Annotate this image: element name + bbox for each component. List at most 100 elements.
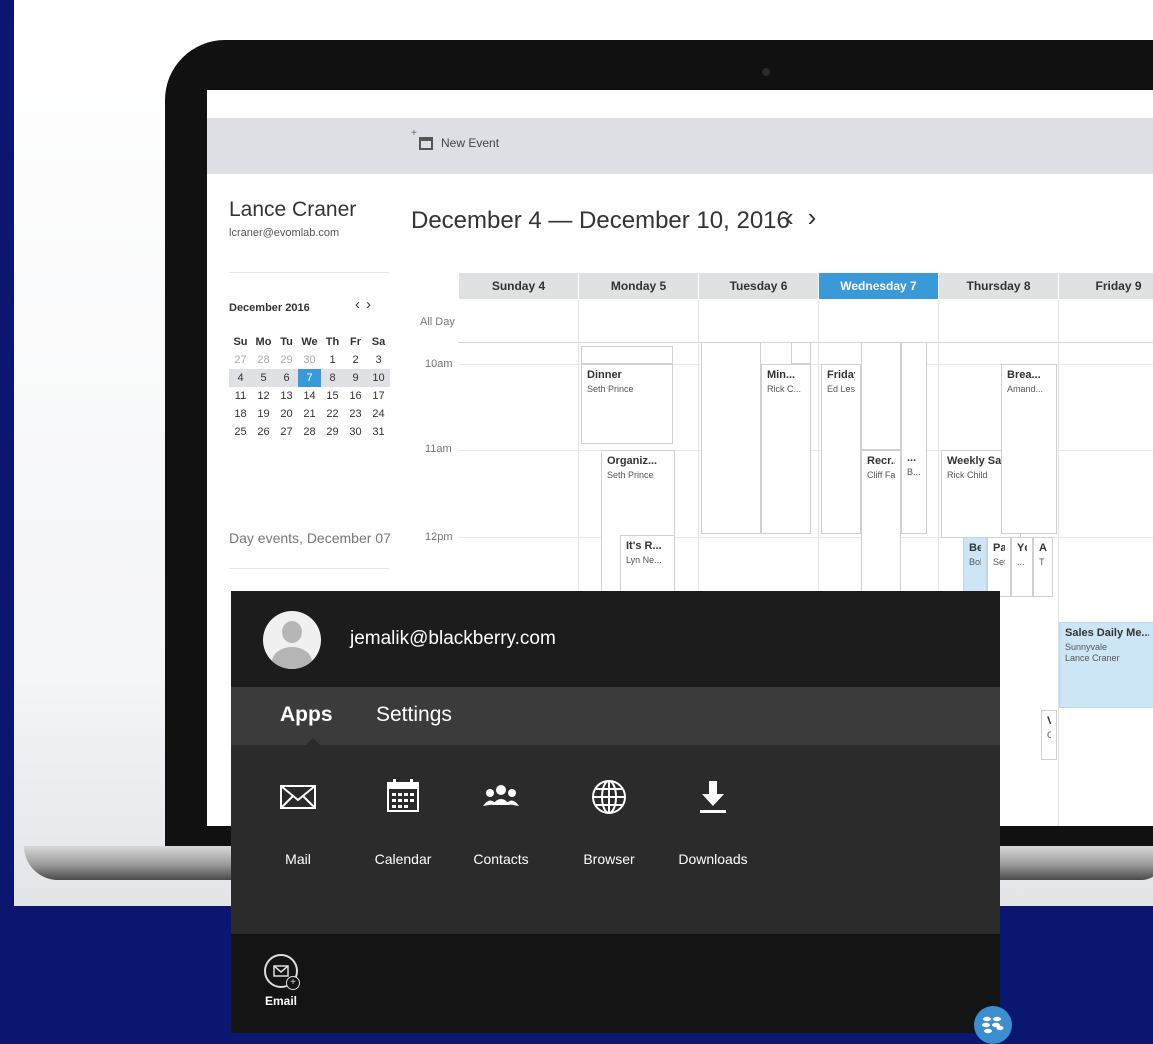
weekday-header: Su xyxy=(233,336,248,348)
event-card[interactable]: ... B... xyxy=(901,342,927,534)
mini-calendar-day[interactable]: 28 xyxy=(298,423,321,441)
event-card[interactable]: Brea... Amand... xyxy=(1001,364,1057,534)
time-label: 11am xyxy=(425,443,452,455)
event-block[interactable] xyxy=(581,346,673,364)
event-card[interactable]: Dinner Seth Prince xyxy=(581,364,673,444)
event-card[interactable]: A T xyxy=(1033,537,1053,597)
mini-calendar-day[interactable]: 9 xyxy=(344,369,367,387)
blackberry-launcher-panel: jemalik@blackberry.com Apps Settings Mai… xyxy=(231,591,1000,1033)
event-block[interactable] xyxy=(701,342,761,534)
app-label: Mail xyxy=(285,851,311,867)
mini-calendar-day[interactable]: 14 xyxy=(298,387,321,405)
mini-next-icon[interactable]: › xyxy=(366,296,371,313)
dock-email-label: Email xyxy=(264,994,297,1008)
day-header[interactable]: Monday 5 xyxy=(578,273,698,299)
week-prev-icon[interactable]: ‹ xyxy=(785,202,794,233)
mini-calendar-day[interactable]: 27 xyxy=(275,423,298,441)
mini-calendar-day[interactable]: 22 xyxy=(321,405,344,423)
event-card[interactable]: Friday Ed Lesli xyxy=(821,364,861,534)
day-header[interactable]: Wednesday 7 xyxy=(818,273,938,299)
event-block[interactable] xyxy=(861,342,901,450)
weekday-header: Fr xyxy=(350,336,361,348)
day-header[interactable]: Thursday 8 xyxy=(938,273,1058,299)
mini-prev-icon[interactable]: ‹ xyxy=(355,296,360,313)
mini-calendar-day[interactable]: 13 xyxy=(275,387,298,405)
mini-calendar-day[interactable]: 25 xyxy=(229,423,252,441)
mini-calendar-day[interactable]: 3 xyxy=(367,351,390,369)
mini-calendar-day[interactable]: 18 xyxy=(229,405,252,423)
mini-calendar-day[interactable]: 28 xyxy=(252,351,275,369)
contacts-icon xyxy=(483,785,519,806)
new-event-button[interactable]: New Event xyxy=(411,128,500,151)
event-block[interactable] xyxy=(791,342,811,364)
mini-calendar-day[interactable]: 29 xyxy=(275,351,298,369)
mini-calendar-day[interactable]: 11 xyxy=(229,387,252,405)
app-label: Downloads xyxy=(678,851,748,867)
mini-calendar-day[interactable]: 30 xyxy=(298,351,321,369)
blackberry-logo-icon[interactable] xyxy=(974,1006,1012,1044)
dock-email-button[interactable]: + Email xyxy=(261,954,301,1008)
mini-calendar-day[interactable]: 23 xyxy=(344,405,367,423)
mini-calendar-day[interactable]: 29 xyxy=(321,423,344,441)
event-card[interactable]: Min... Rick C... xyxy=(761,364,811,534)
tab-apps[interactable]: Apps xyxy=(280,703,333,727)
mini-calendar-day[interactable]: 27 xyxy=(229,351,252,369)
day-header[interactable]: Friday 9 xyxy=(1058,273,1153,299)
app-contacts[interactable]: Contacts xyxy=(456,777,546,867)
launcher-dock: + Email xyxy=(231,934,1000,1033)
mini-calendar-day[interactable]: 24 xyxy=(367,405,390,423)
mini-calendar-day[interactable]: 15 xyxy=(321,387,344,405)
weekday-header: Sa xyxy=(371,336,386,348)
avatar[interactable] xyxy=(263,611,321,669)
app-label: Calendar xyxy=(374,851,432,867)
weekday-header: We xyxy=(301,336,318,348)
mini-calendar-day[interactable]: 1 xyxy=(321,351,344,369)
user-email: lcraner@evomlab.com xyxy=(229,227,340,239)
mini-calendar-day[interactable]: 12 xyxy=(252,387,275,405)
app-downloads[interactable]: Downloads xyxy=(668,777,758,867)
mini-calendar-day[interactable]: 10 xyxy=(367,369,390,387)
event-card[interactable]: Sales Daily Me... Sunnyvale Lance Craner xyxy=(1059,622,1153,708)
event-card[interactable]: Par Seth xyxy=(987,537,1011,597)
event-card[interactable]: It's R... Lyn Ne... xyxy=(620,535,675,595)
divider xyxy=(229,568,389,569)
mini-calendar-day[interactable]: 26 xyxy=(252,423,275,441)
email-add-icon: + xyxy=(264,954,300,990)
day-header[interactable]: Tuesday 6 xyxy=(698,273,818,299)
mini-calendar-day[interactable]: 6 xyxy=(275,369,298,387)
week-nav: ‹ › xyxy=(785,202,816,233)
event-card[interactable]: V C xyxy=(1041,710,1057,760)
event-card[interactable]: Ber Bob xyxy=(963,537,987,597)
mini-calendar-day[interactable]: 5 xyxy=(252,369,275,387)
time-label: 12pm xyxy=(425,531,453,543)
calendar-toolbar: New Event xyxy=(207,118,1153,174)
mini-calendar-day[interactable]: 16 xyxy=(344,387,367,405)
divider xyxy=(229,272,389,273)
app-calendar[interactable]: Calendar xyxy=(358,777,448,867)
mini-calendar-day[interactable]: 20 xyxy=(275,405,298,423)
mini-calendar-day[interactable]: 19 xyxy=(252,405,275,423)
tab-settings[interactable]: Settings xyxy=(376,703,452,727)
mini-calendar-day[interactable]: 31 xyxy=(367,423,390,441)
all-day-label: All Day xyxy=(420,316,455,328)
event-card[interactable]: Yc ... xyxy=(1011,537,1033,597)
app-browser[interactable]: Browser xyxy=(564,777,654,867)
mini-calendar-grid: Su Mo Tu We Th Fr Sa 27 28 29 30 1 2 3 4 5 6 7 8 9 10 11 12 13 1… xyxy=(229,333,390,441)
mini-calendar-day[interactable]: 30 xyxy=(344,423,367,441)
week-next-icon[interactable]: › xyxy=(808,202,817,233)
app-mail[interactable]: Mail xyxy=(253,777,343,867)
mini-calendar-day[interactable]: 7 xyxy=(298,369,321,387)
account-header: jemalik@blackberry.com xyxy=(231,591,1000,687)
new-event-label: New Event xyxy=(441,136,500,150)
mini-calendar-day[interactable]: 4 xyxy=(229,369,252,387)
day-header[interactable]: Sunday 4 xyxy=(458,273,578,299)
mini-calendar-day[interactable]: 2 xyxy=(344,351,367,369)
mini-calendar-day[interactable]: 8 xyxy=(321,369,344,387)
mail-icon xyxy=(280,785,316,809)
day-header-row: Sunday 4 Monday 5 Tuesday 6 Wednesday 7 Thur… xyxy=(458,273,1153,299)
mini-calendar-day[interactable]: 17 xyxy=(367,387,390,405)
download-icon xyxy=(700,781,726,813)
grid-line xyxy=(1058,300,1059,826)
mini-calendar-month: December 2016 xyxy=(229,302,310,314)
mini-calendar-day[interactable]: 21 xyxy=(298,405,321,423)
